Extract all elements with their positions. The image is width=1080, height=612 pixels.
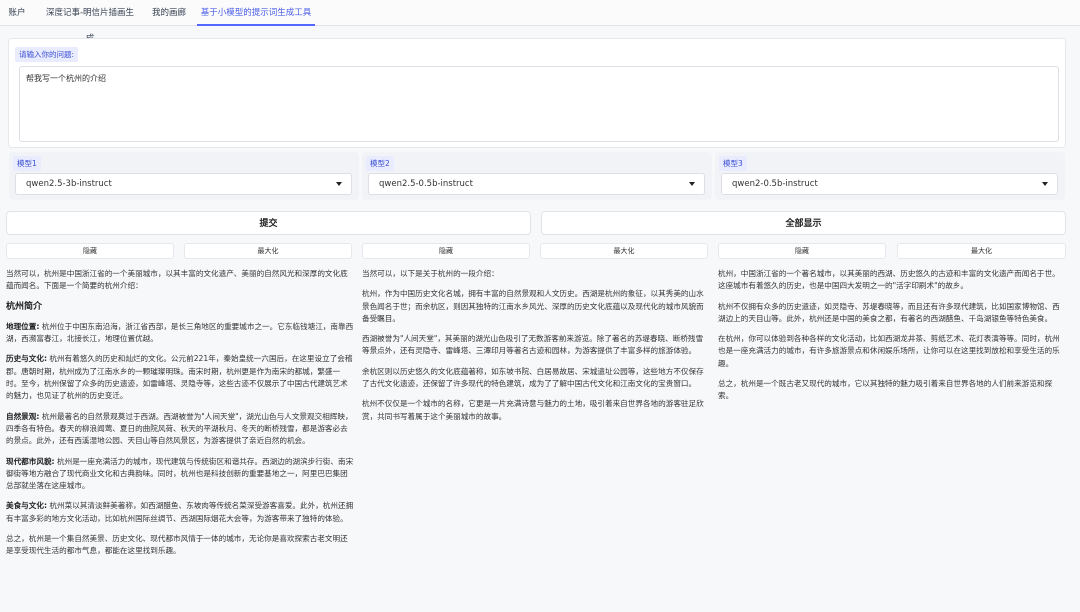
model3-panel: 模型3 qwen2-0.5b-instruct — [715, 152, 1065, 200]
tab-postcard-illustration[interactable]: 深度记事-明信片插画生成 — [42, 0, 138, 44]
output-model2: 当然可以，以下是关于杭州的一段介绍： 杭州，作为中国历史文化名城，拥有丰富的自然… — [362, 268, 710, 431]
model2-panel: 模型2 qwen2.5-0.5b-instruct — [362, 152, 712, 200]
question-panel: 请输入你的问题: 帮我写一个杭州的介绍 — [8, 38, 1066, 148]
submit-button[interactable]: 提交 — [6, 211, 531, 235]
hide-button-2[interactable]: 隐藏 — [362, 243, 530, 259]
section-title: 自然景观: — [6, 411, 40, 421]
output2-paragraph: 当然可以，以下是关于杭州的一段介绍： — [362, 269, 499, 278]
section-title: 美食与文化: — [6, 501, 48, 511]
maximize-button-1[interactable]: 最大化 — [184, 243, 352, 259]
model1-value: qwen2.5-3b-instruct — [26, 179, 112, 189]
model3-value: qwen2-0.5b-instruct — [732, 179, 818, 189]
output1-intro: 当然可以，杭州是中国浙江省的一个美丽城市，以其丰富的文化遗产、美丽的自然风光和深… — [6, 269, 348, 291]
output1-summary: 总之，杭州是一个集自然美景、历史文化、现代都市风情于一体的城市，无论你是喜欢探索… — [6, 534, 348, 556]
show-all-button[interactable]: 全部显示 — [541, 211, 1066, 235]
chevron-down-icon — [1042, 182, 1048, 186]
model1-panel: 模型1 qwen2.5-3b-instruct — [9, 152, 359, 200]
chevron-down-icon — [689, 182, 695, 186]
tab-account[interactable]: 账户 — [7, 0, 27, 26]
section-text: 杭州菜以其清淡鲜美著称，如西湖醋鱼、东坡肉等传统名菜深受游客喜爱。此外，杭州还拥… — [6, 501, 354, 523]
output3-paragraph: 在杭州，你可以体验到各种各样的文化活动，比如西湖龙井茶、剪纸艺术、花灯表演等等。… — [718, 334, 1060, 368]
model3-label: 模型3 — [719, 156, 747, 171]
output2-paragraph: 西湖被誉为"人间天堂"，其美丽的湖光山色吸引了无数游客前来游览。除了著名的苏堤春… — [362, 334, 704, 356]
model2-label: 模型2 — [366, 156, 394, 171]
model1-select[interactable]: qwen2.5-3b-instruct — [15, 173, 352, 195]
hide-button-3[interactable]: 隐藏 — [718, 243, 886, 259]
output1-section: 历史与文化: 杭州有着悠久的历史和灿烂的文化。公元前221年，秦始皇统一六国后，… — [6, 353, 354, 402]
output3-paragraph: 杭州不仅拥有众多的历史遗迹，如灵隐寺、苏堤春晓等，而且还有许多现代建筑，比如国家… — [718, 301, 1060, 323]
chevron-down-icon — [336, 182, 342, 186]
maximize-button-2[interactable]: 最大化 — [540, 243, 708, 259]
output1-heading: 杭州简介 — [6, 301, 43, 312]
tab-my-gallery[interactable]: 我的画廊 — [152, 0, 186, 26]
output1-section: 美食与文化: 杭州菜以其清淡鲜美著称，如西湖醋鱼、东坡肉等传统名菜深受游客喜爱。… — [6, 500, 354, 525]
model2-value: qwen2.5-0.5b-instruct — [379, 179, 473, 189]
output2-paragraph: 杭州不仅仅是一个城市的名称，它更是一片充满诗意与魅力的土地，吸引着来自世界各地的… — [362, 399, 704, 421]
output2-paragraph: 余杭区则以历史悠久的文化底蕴著称，如东坡书院、白居易故居、宋城遗址公园等，这些地… — [362, 366, 704, 389]
hide-button-1[interactable]: 隐藏 — [6, 243, 174, 259]
output1-section: 自然景观: 杭州最著名的自然景观莫过于西湖。西湖被誉为"人间天堂"，湖光山色与人… — [6, 411, 354, 448]
section-title: 现代都市风貌: — [6, 456, 55, 466]
section-title: 历史与文化: — [6, 354, 48, 364]
section-text: 杭州最著名的自然景观莫过于西湖。西湖被誉为"人间天堂"，湖光山色与人文景观交相辉… — [6, 411, 353, 446]
section-text: 杭州位于中国东南沿海，浙江省西部，是长三角地区的重要城市之一。它东临钱塘江，南靠… — [6, 321, 354, 344]
tab-prompt-generator[interactable]: 基于小模型的提示词生成工具 — [197, 0, 315, 26]
output1-section: 现代都市风貌: 杭州是一座充满活力的城市，现代建筑与传统街区和谐共存。西湖边的湖… — [6, 456, 354, 493]
section-title: 地理位置: — [6, 321, 40, 331]
section-text: 杭州有着悠久的历史和灿烂的文化。公元前221年，秦始皇统一六国后，在这里设立了会… — [6, 354, 353, 401]
output-model1: 当然可以，杭州是中国浙江省的一个美丽城市，以其丰富的文化遗产、美丽的自然风光和深… — [6, 268, 354, 566]
output-model3: 杭州，中国浙江省的一个著名城市，以其美丽的西湖、历史悠久的古迹和丰富的文化遗产而… — [718, 268, 1066, 411]
output3-paragraph: 杭州，中国浙江省的一个著名城市，以其美丽的西湖、历史悠久的古迹和丰富的文化遗产而… — [718, 269, 1060, 291]
maximize-button-3[interactable]: 最大化 — [897, 243, 1066, 259]
model1-label: 模型1 — [13, 156, 41, 171]
section-text: 杭州是一座充满活力的城市，现代建筑与传统街区和谐共存。西湖边的湖滨步行街、南宋御… — [6, 456, 354, 491]
model2-select[interactable]: qwen2.5-0.5b-instruct — [368, 173, 705, 195]
model3-select[interactable]: qwen2-0.5b-instruct — [721, 173, 1058, 195]
question-label: 请输入你的问题: — [15, 47, 79, 62]
output1-section: 地理位置: 杭州位于中国东南沿海，浙江省西部，是长三角地区的重要城市之一。它东临… — [6, 321, 354, 346]
question-input[interactable]: 帮我写一个杭州的介绍 — [19, 66, 1059, 142]
output3-paragraph: 总之，杭州是一个既古老又现代的城市，它以其独特的魅力吸引着来自世界各地的人们前来… — [718, 379, 1053, 401]
tab-bar: 账户 深度记事-明信片插画生成 我的画廊 基于小模型的提示词生成工具 — [0, 0, 1080, 44]
output2-paragraph: 杭州，作为中国历史文化名城，拥有丰富的自然景观和人文历史。西湖是杭州的象征，以其… — [362, 289, 704, 323]
